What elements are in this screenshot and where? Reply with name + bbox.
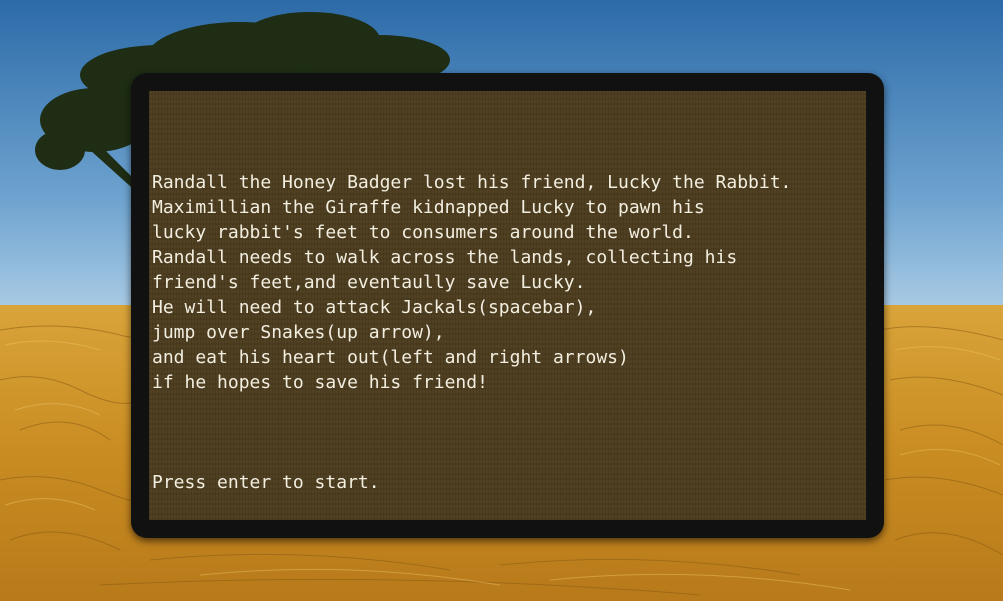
- game-scene: Randall the Honey Badger lost his friend…: [0, 0, 1003, 601]
- story-line: jump over Snakes(up arrow),: [152, 322, 445, 343]
- story-line: Maximillian the Giraffe kidnapped Lucky …: [152, 197, 705, 218]
- story-line: and eat his heart out(left and right arr…: [152, 347, 629, 368]
- story-line: Randall needs to walk across the lands, …: [152, 247, 738, 268]
- story-line: friend's feet,and eventaully save Lucky.: [152, 272, 586, 293]
- story-line: lucky rabbit's feet to consumers around …: [152, 222, 694, 243]
- story-panel: Randall the Honey Badger lost his friend…: [131, 73, 884, 538]
- story-line: He will need to attack Jackals(spacebar)…: [152, 297, 597, 318]
- story-parchment: Randall the Honey Badger lost his friend…: [149, 91, 866, 520]
- story-line: Randall the Honey Badger lost his friend…: [152, 172, 792, 193]
- story-line: if he hopes to save his friend!: [152, 372, 488, 393]
- start-prompt[interactable]: Press enter to start.: [152, 470, 380, 495]
